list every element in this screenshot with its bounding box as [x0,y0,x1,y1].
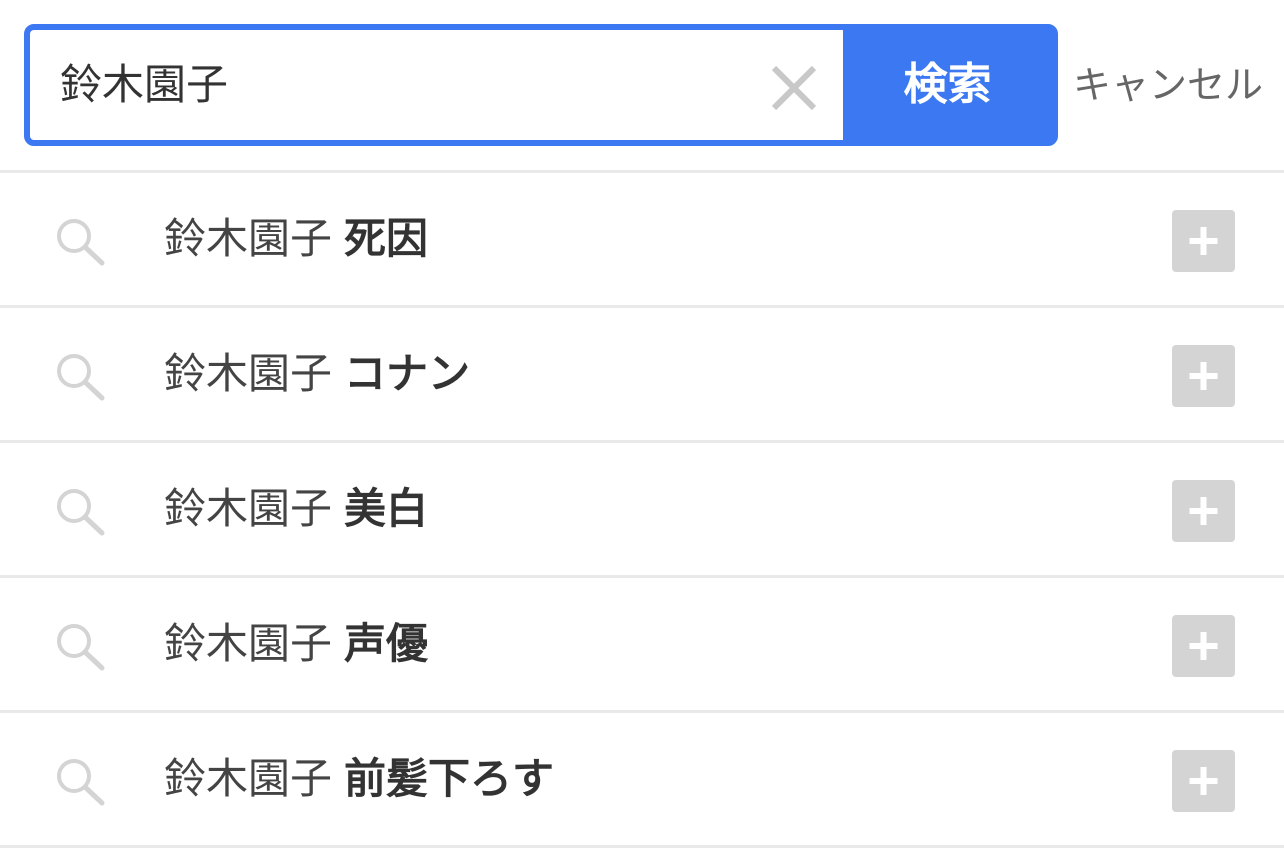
suggestion-query: 鈴木園子 [164,754,333,803]
search-button[interactable]: 検索 [843,30,1052,140]
search-bar: 検索 キャンセル [0,0,1284,172]
suggestion-completion: 死因 [344,214,429,263]
add-to-query-button[interactable] [1172,750,1235,812]
plus-icon [1189,632,1218,660]
plus-icon [1189,227,1218,255]
suggestion-text: 鈴木園子 コナン [164,308,470,440]
suggestion-text: 鈴木園子 前髪下ろす [164,713,554,845]
search-icon [54,622,108,672]
add-to-query-button[interactable] [1172,210,1235,272]
search-screen: 検索 キャンセル 鈴木園子死因 [0,0,1284,854]
plus-icon [1189,362,1218,390]
suggestion-list: 鈴木園子 死因 鈴木園子 コナン 鈴木園子 美白 鈴木園子 声優 鈴木園子 前髪… [0,170,1284,848]
add-to-query-button[interactable] [1172,480,1235,542]
suggestion-query: 鈴木園子 [164,349,333,398]
suggestion-query: 鈴木園子 [164,619,333,668]
add-to-query-button[interactable] [1172,615,1235,677]
suggestion-text: 鈴木園子 美白 [164,443,428,575]
search-icon [54,487,108,537]
suggestion-text: 鈴木園子 声優 [164,578,428,710]
suggestion-completion: コナン [344,349,471,398]
search-field[interactable] [30,30,843,140]
suggestion-query: 鈴木園子 [164,214,333,263]
search-box: 検索 [24,24,1058,146]
suggestion-row[interactable]: 鈴木園子 死因 [0,173,1284,308]
plus-icon [1189,497,1218,525]
add-to-query-button[interactable] [1172,345,1235,407]
clear-button[interactable] [766,60,822,116]
suggestion-completion: 美白 [344,484,429,533]
suggestion-completion: 声優 [344,619,429,668]
search-icon [54,757,108,807]
close-icon [771,65,817,111]
suggestion-row[interactable]: 鈴木園子 コナン [0,308,1284,443]
suggestion-row[interactable]: 鈴木園子 美白 [0,443,1284,578]
search-icon [54,352,108,402]
suggestion-row[interactable]: 鈴木園子 前髪下ろす [0,713,1284,848]
plus-icon [1189,767,1218,795]
search-input[interactable] [60,30,760,140]
suggestion-query: 鈴木園子 [164,484,333,533]
suggestion-row[interactable]: 鈴木園子 声優 [0,578,1284,713]
suggestion-text: 鈴木園子 死因 [164,173,428,305]
search-icon [54,217,108,267]
suggestion-completion: 前髪下ろす [344,754,555,803]
cancel-button[interactable]: キャンセル [1066,24,1270,146]
